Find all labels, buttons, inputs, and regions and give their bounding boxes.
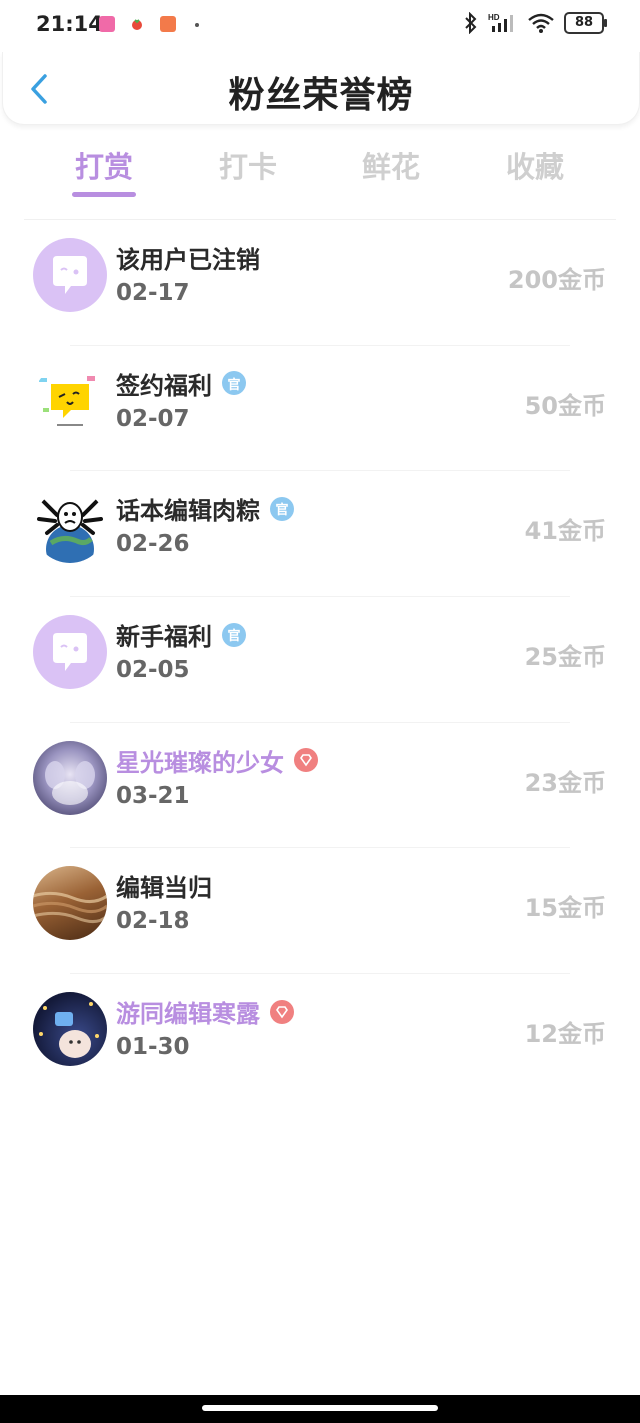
status-icons: HD 88 (464, 12, 607, 34)
tab-tip[interactable]: 打赏 (54, 144, 154, 186)
avatar (33, 740, 107, 815)
tip-date: 01-30 (116, 1034, 190, 1061)
tip-date: 03-21 (116, 782, 190, 809)
page-title: 粉丝荣誉榜 (228, 75, 414, 116)
active-tab-indicator (72, 192, 136, 197)
avatar (33, 489, 107, 564)
official-badge-icon: 官 (222, 371, 246, 396)
official-badge-icon: 官 (270, 496, 294, 521)
bluetooth-icon (465, 12, 477, 34)
tip-date: 02-26 (116, 531, 190, 558)
notification-app-icon (99, 16, 115, 32)
nav-header: 粉丝荣誉榜 (2, 52, 640, 125)
tab-flowers[interactable]: 鲜花 (341, 144, 441, 186)
list-item[interactable]: 该用户已注销 02-17 200金币 (0, 220, 640, 346)
tip-amount: 41金币 (524, 517, 606, 546)
list-item[interactable]: 星光璀璨的少女 03-21 23金币 (0, 723, 640, 849)
avatar (33, 615, 107, 690)
tip-date: 02-17 (116, 280, 190, 306)
notification-dot (195, 23, 199, 27)
tab-checkin[interactable]: 打卡 (198, 144, 298, 186)
wifi-icon (528, 13, 554, 33)
tip-amount: 25金币 (524, 643, 606, 672)
user-name: 新手福利 官 (116, 617, 246, 652)
svg-text:HD: HD (488, 13, 500, 22)
leaderboard-list: 该用户已注销 02-17 200金币 签约福利 官 02-07 50金币 话本编… (0, 220, 640, 1100)
official-badge-icon: 官 (222, 622, 246, 647)
notification-app-icon (129, 16, 145, 32)
user-name: 话本编辑肉粽 官 (116, 491, 294, 526)
user-name: 该用户已注销 (116, 246, 260, 274)
tip-amount: 12金币 (524, 1020, 606, 1049)
diamond-badge-icon (270, 999, 294, 1024)
avatar (33, 238, 107, 312)
tip-amount: 50金币 (524, 391, 606, 420)
user-name: 签约福利 官 (116, 366, 246, 401)
user-name: 游同编辑寒露 (116, 994, 294, 1029)
tip-date: 02-05 (116, 657, 190, 684)
avatar (33, 866, 107, 941)
list-item[interactable]: 编辑当归 02-18 15金币 (0, 848, 640, 975)
avatar (33, 363, 107, 438)
tab-favorites[interactable]: 收藏 (485, 144, 585, 186)
tip-amount: 15金币 (524, 894, 606, 923)
status-time: 21:14 (36, 12, 103, 36)
tip-amount: 200金币 (507, 266, 606, 294)
cellular-signal-icon: HD (488, 13, 513, 32)
system-nav-bar (0, 1395, 640, 1423)
user-name: 星光璀璨的少女 (116, 743, 318, 778)
user-name: 编辑当归 (116, 874, 212, 903)
list-item[interactable]: 签约福利 官 02-07 50金币 (0, 346, 640, 472)
tab-bar: 打赏 打卡 鲜花 收藏 (32, 140, 608, 220)
tip-date: 02-18 (116, 908, 190, 935)
avatar (33, 992, 107, 1067)
notification-app-icon (160, 16, 176, 32)
list-item[interactable]: 游同编辑寒露 01-30 12金币 (0, 974, 640, 1100)
tip-date: 02-07 (116, 405, 190, 432)
list-item[interactable]: 话本编辑肉粽 官 02-26 41金币 (0, 471, 640, 598)
tip-amount: 23金币 (524, 768, 606, 797)
home-indicator[interactable] (202, 1405, 438, 1411)
diamond-badge-icon (294, 748, 318, 773)
list-item[interactable]: 新手福利 官 02-05 25金币 (0, 597, 640, 723)
battery-indicator: 88 (564, 12, 607, 34)
status-bar: 21:14 HD 88 (0, 0, 640, 52)
